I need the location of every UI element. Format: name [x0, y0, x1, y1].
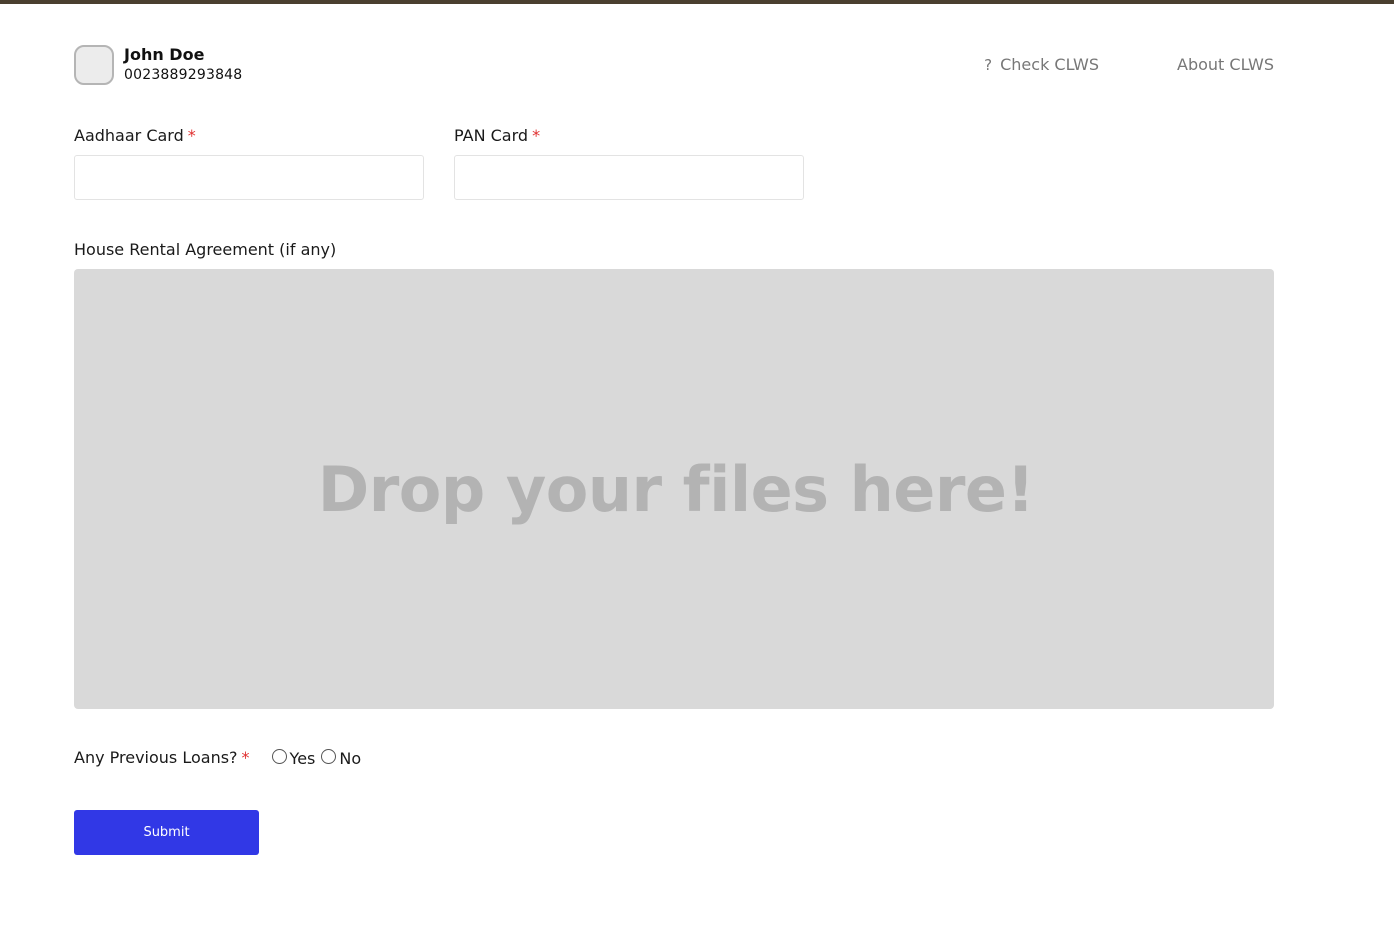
radio-no[interactable]: No [321, 748, 362, 768]
pan-label: PAN Card * [454, 126, 540, 146]
previous-loans-label-text: Any Previous Loans? [74, 748, 238, 767]
pan-input[interactable] [454, 155, 804, 200]
previous-loans-radio-group: Yes No [271, 748, 362, 768]
aadhaar-label-text: Aadhaar Card [74, 126, 184, 145]
nav-check-clws-label: Check CLWS [1000, 55, 1100, 74]
dropzone-text: Drop your files here! [317, 452, 1035, 526]
nav-about-clws[interactable]: About CLWS [1177, 55, 1274, 74]
submit-button[interactable]: Submit [74, 810, 259, 855]
user-info: John Doe 0023889293848 [124, 45, 242, 85]
aadhaar-input[interactable] [74, 155, 424, 200]
radio-no-label: No [339, 748, 362, 768]
user-name: John Doe [124, 45, 205, 64]
radio-yes[interactable]: Yes [271, 748, 316, 768]
required-marker: * [241, 748, 250, 767]
nav-about-clws-label: About CLWS [1177, 55, 1274, 74]
previous-loans-row: Any Previous Loans? * Yes No [74, 748, 361, 768]
file-dropzone[interactable]: Drop your files here! [74, 269, 1274, 709]
user-id: 0023889293848 [124, 67, 243, 83]
previous-loans-label: Any Previous Loans? * [74, 748, 250, 768]
radio-yes-label: Yes [289, 748, 316, 768]
pan-label-text: PAN Card [454, 126, 529, 145]
user-profile: John Doe 0023889293848 [74, 45, 242, 85]
nav-check-clws[interactable]: ? Check CLWS [984, 55, 1099, 74]
radio-yes-circle[interactable] [271, 748, 287, 764]
required-marker: * [187, 126, 196, 145]
top-border [0, 0, 1394, 4]
avatar[interactable] [74, 45, 114, 85]
radio-no-circle[interactable] [321, 748, 337, 764]
question-icon: ? [984, 55, 993, 74]
rental-agreement-label: House Rental Agreement (if any) [74, 240, 337, 259]
required-marker: * [532, 126, 541, 145]
aadhaar-label: Aadhaar Card * [74, 126, 196, 146]
top-nav: ? Check CLWS About CLWS [984, 55, 1274, 74]
